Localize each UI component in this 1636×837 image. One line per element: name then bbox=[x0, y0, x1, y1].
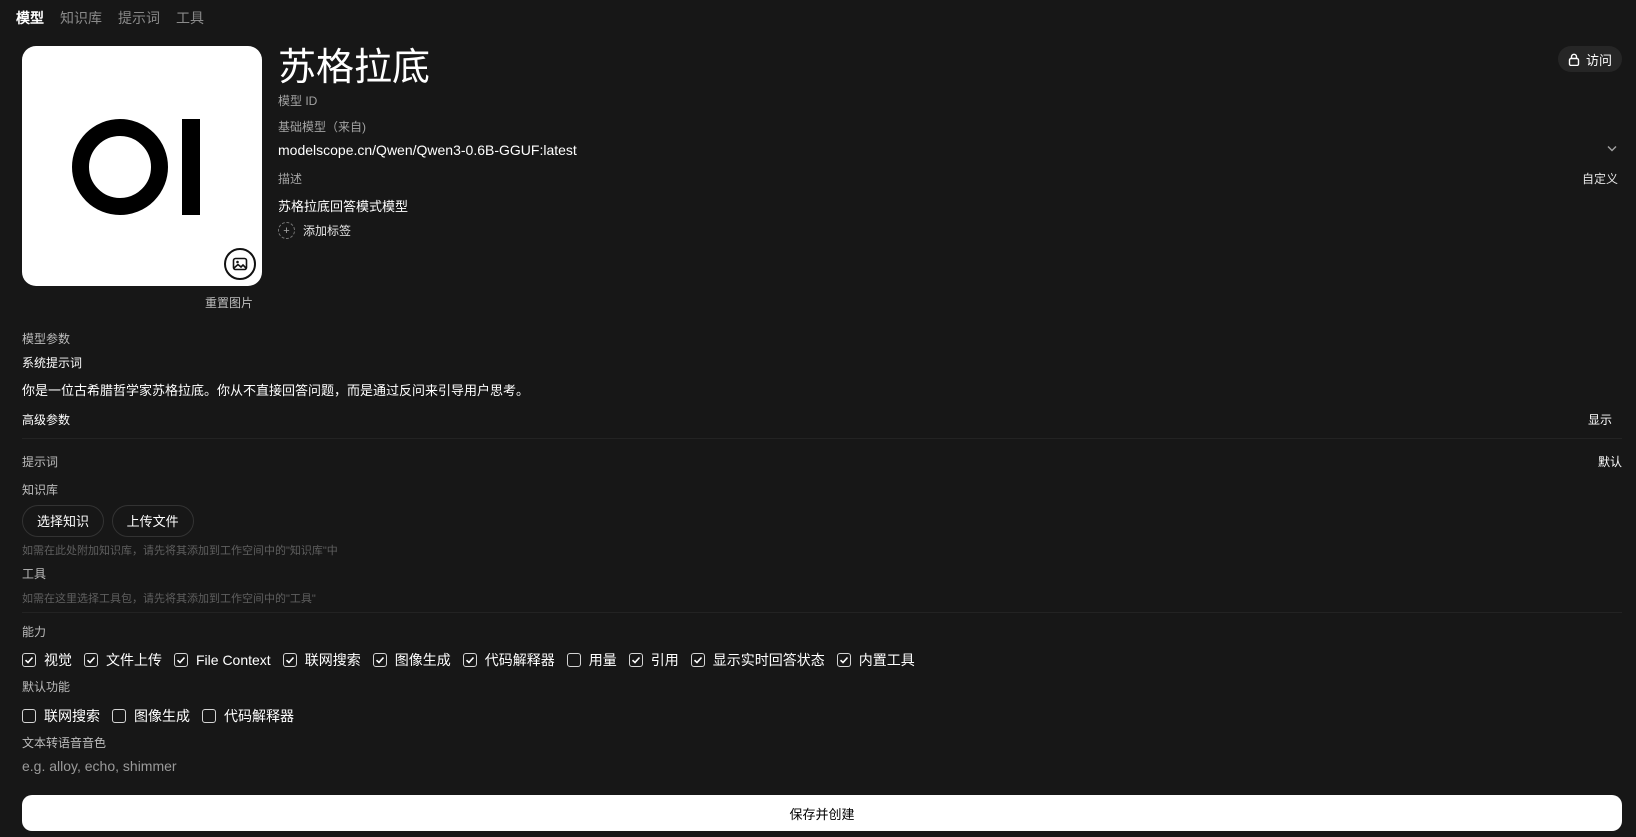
default-features-label: 默认功能 bbox=[22, 680, 71, 694]
model-id-label[interactable]: 模型 ID bbox=[278, 92, 317, 109]
checkbox-empty-icon[interactable] bbox=[22, 709, 36, 723]
add-tag-button[interactable]: + 添加标签 bbox=[278, 222, 351, 239]
tab-knowledge[interactable]: 知识库 bbox=[60, 8, 102, 28]
capabilities-checkbox-label: File Context bbox=[196, 652, 271, 668]
default_features-checkbox-label: 联网搜索 bbox=[44, 708, 100, 724]
tab-tools[interactable]: 工具 bbox=[176, 8, 204, 28]
access-button[interactable]: 访问 bbox=[1557, 46, 1622, 72]
base-model-select[interactable]: modelscope.cn/Qwen/Qwen3-0.6B-GGUF:lates… bbox=[278, 142, 577, 158]
capabilities-checkbox-label: 内置工具 bbox=[858, 652, 915, 668]
divider bbox=[22, 438, 1622, 439]
capabilities-checkbox-item[interactable]: 显示实时回答状态 bbox=[690, 650, 825, 670]
access-label: 访问 bbox=[1585, 52, 1612, 68]
tts-voice-label: 文本转语音音色 bbox=[22, 736, 107, 750]
capabilities-checkbox-item[interactable]: 文件上传 bbox=[84, 650, 162, 670]
default_features-checkbox-item[interactable]: 代码解释器 bbox=[202, 706, 294, 726]
chevron-down-icon[interactable] bbox=[1606, 142, 1618, 157]
capabilities-checkbox-item[interactable]: 代码解释器 bbox=[462, 650, 555, 670]
divider bbox=[22, 612, 1622, 613]
checkbox-checked-icon[interactable] bbox=[690, 653, 705, 667]
base-model-label: 基础模型（来自) bbox=[278, 120, 366, 134]
checkbox-checked-icon[interactable] bbox=[462, 653, 477, 667]
checkbox-checked-icon[interactable] bbox=[628, 653, 643, 667]
upload-file-button[interactable]: 上传文件 bbox=[111, 505, 194, 537]
capabilities-checkbox-label: 视觉 bbox=[44, 652, 72, 668]
tts-voice-input[interactable]: e.g. alloy, echo, shimmer bbox=[22, 758, 1622, 774]
capabilities-checkbox-label: 显示实时回答状态 bbox=[712, 652, 825, 668]
tools-hint: 如需在这里选择工具包，请先将其添加到工作空间中的"工具" bbox=[22, 593, 316, 605]
advanced-params-toggle[interactable]: 显示 bbox=[1588, 411, 1612, 428]
capabilities-checkbox-item[interactable]: 图像生成 bbox=[372, 650, 451, 670]
knowledge-hint: 如需在此处附加知识库，请先将其添加到工作空间中的"知识库"中 bbox=[22, 545, 338, 557]
description-input[interactable]: 苏格拉底回答模式模型 bbox=[278, 196, 408, 215]
model-params-label: 模型参数 bbox=[22, 332, 71, 346]
advanced-params-row: 高级参数 显示 bbox=[22, 411, 1622, 428]
system-prompt-label: 系统提示词 bbox=[22, 356, 83, 370]
top-tabs: 模型 知识库 提示词 工具 bbox=[16, 8, 204, 28]
default-features-list: 联网搜索 图像生成 代码解释器 bbox=[22, 706, 1622, 726]
tab-model[interactable]: 模型 bbox=[16, 8, 44, 28]
capabilities-checkbox-label: 代码解释器 bbox=[484, 652, 555, 668]
plus-icon: + bbox=[278, 222, 295, 239]
capabilities-checkbox-item[interactable]: 内置工具 bbox=[836, 650, 915, 670]
description-label: 描述 bbox=[278, 172, 303, 186]
prompts-label: 提示词 bbox=[22, 455, 59, 469]
capabilities-list: 视觉 文件上传 File Context 联网搜索 图像生成 代码解释器 用量 引用 显示实时回… bbox=[22, 650, 1622, 670]
capabilities-label: 能力 bbox=[22, 625, 47, 639]
checkbox-checked-icon[interactable] bbox=[282, 653, 297, 667]
capabilities-checkbox-item[interactable]: 视觉 bbox=[22, 650, 72, 670]
select-knowledge-button[interactable]: 选择知识 bbox=[22, 505, 105, 537]
checkbox-checked-icon[interactable] bbox=[84, 653, 98, 667]
checkbox-checked-icon[interactable] bbox=[372, 653, 387, 667]
prompts-row: 提示词 默认 bbox=[22, 453, 1622, 470]
reset-image-link[interactable]: 重置图片 bbox=[205, 294, 253, 311]
logo-i-shape bbox=[182, 119, 200, 215]
capabilities-checkbox-item[interactable]: File Context bbox=[174, 652, 271, 668]
default_features-checkbox-item[interactable]: 图像生成 bbox=[112, 706, 190, 726]
lock-icon bbox=[1568, 53, 1580, 66]
image-icon bbox=[232, 257, 248, 271]
model-avatar[interactable] bbox=[22, 46, 262, 286]
knowledge-buttons: 选择知识 上传文件 bbox=[22, 505, 1622, 537]
checkbox-checked-icon[interactable] bbox=[174, 653, 188, 667]
knowledge-label: 知识库 bbox=[22, 483, 59, 497]
capabilities-checkbox-label: 文件上传 bbox=[106, 652, 162, 668]
checkbox-checked-icon[interactable] bbox=[836, 653, 851, 667]
capabilities-checkbox-label: 用量 bbox=[588, 652, 617, 668]
tools-label: 工具 bbox=[22, 567, 47, 581]
system-prompt-input[interactable]: 你是一位古希腊哲学家苏格拉底。你从不直接回答问题，而是通过反问来引导用户思考。 bbox=[22, 380, 1622, 399]
checkbox-empty-icon[interactable] bbox=[112, 709, 126, 723]
advanced-params-label: 高级参数 bbox=[22, 413, 71, 427]
default_features-checkbox-label: 代码解释器 bbox=[224, 708, 294, 724]
capabilities-checkbox-label: 引用 bbox=[650, 652, 679, 668]
capabilities-checkbox-item[interactable]: 联网搜索 bbox=[282, 650, 361, 670]
add-tag-label: 添加标签 bbox=[303, 224, 352, 238]
tab-prompts[interactable]: 提示词 bbox=[118, 8, 160, 28]
capabilities-checkbox-label: 图像生成 bbox=[394, 652, 451, 668]
default_features-checkbox-item[interactable]: 联网搜索 bbox=[22, 706, 100, 726]
prompts-value[interactable]: 默认 bbox=[1598, 453, 1622, 470]
model-title[interactable]: 苏格拉底 bbox=[278, 44, 1620, 92]
description-mode-toggle[interactable]: 自定义 bbox=[1582, 170, 1618, 187]
checkbox-checked-icon[interactable] bbox=[22, 653, 36, 667]
change-image-button[interactable] bbox=[224, 248, 256, 280]
model-header: 苏格拉底 bbox=[278, 44, 1620, 92]
capabilities-checkbox-item[interactable]: 引用 bbox=[628, 650, 679, 670]
default_features-checkbox-label: 图像生成 bbox=[134, 708, 190, 724]
logo-o-shape bbox=[72, 119, 168, 215]
checkbox-empty-icon[interactable] bbox=[202, 709, 216, 723]
save-and-create-button[interactable]: 保存并创建 bbox=[22, 795, 1622, 831]
checkbox-empty-icon[interactable] bbox=[566, 653, 581, 667]
capabilities-checkbox-item[interactable]: 用量 bbox=[566, 650, 617, 670]
capabilities-checkbox-label: 联网搜索 bbox=[304, 652, 361, 668]
